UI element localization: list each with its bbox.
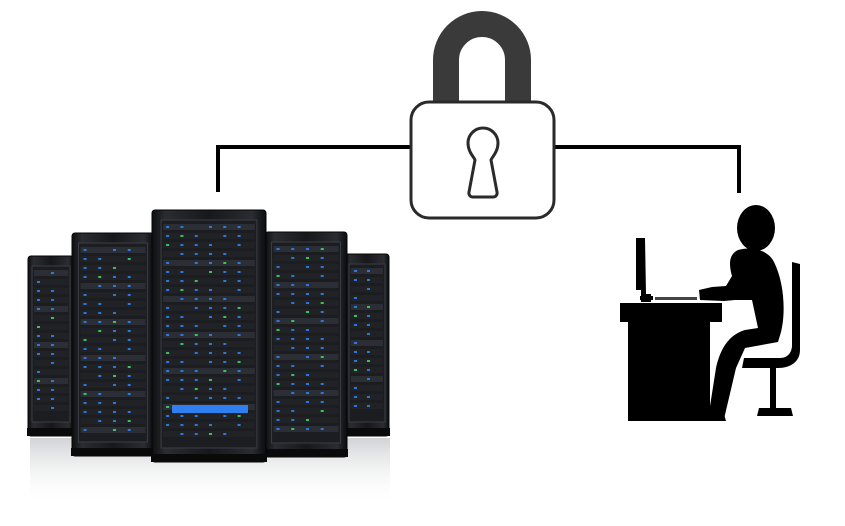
monitor-stand xyxy=(640,296,654,300)
person-head xyxy=(737,205,775,251)
person-foot xyxy=(704,414,726,421)
security-diagram xyxy=(0,0,845,526)
server-cabinet-left xyxy=(71,232,155,457)
padlock-icon xyxy=(409,11,556,220)
server-cabinet-center xyxy=(151,209,267,463)
monitor-icon xyxy=(636,238,651,302)
desk-icon xyxy=(620,303,722,421)
server-cabinet-far-right xyxy=(344,253,390,437)
connector-server-to-lock xyxy=(216,145,410,192)
server-display-panel xyxy=(172,405,248,413)
padlock-shackle xyxy=(433,11,531,103)
server-cabinet-right xyxy=(264,231,348,458)
connector-lock-to-user xyxy=(555,145,741,193)
server-cabinet-far-left xyxy=(27,255,75,437)
user-at-desk-icon xyxy=(620,205,800,421)
server-rack-icon xyxy=(27,209,390,506)
